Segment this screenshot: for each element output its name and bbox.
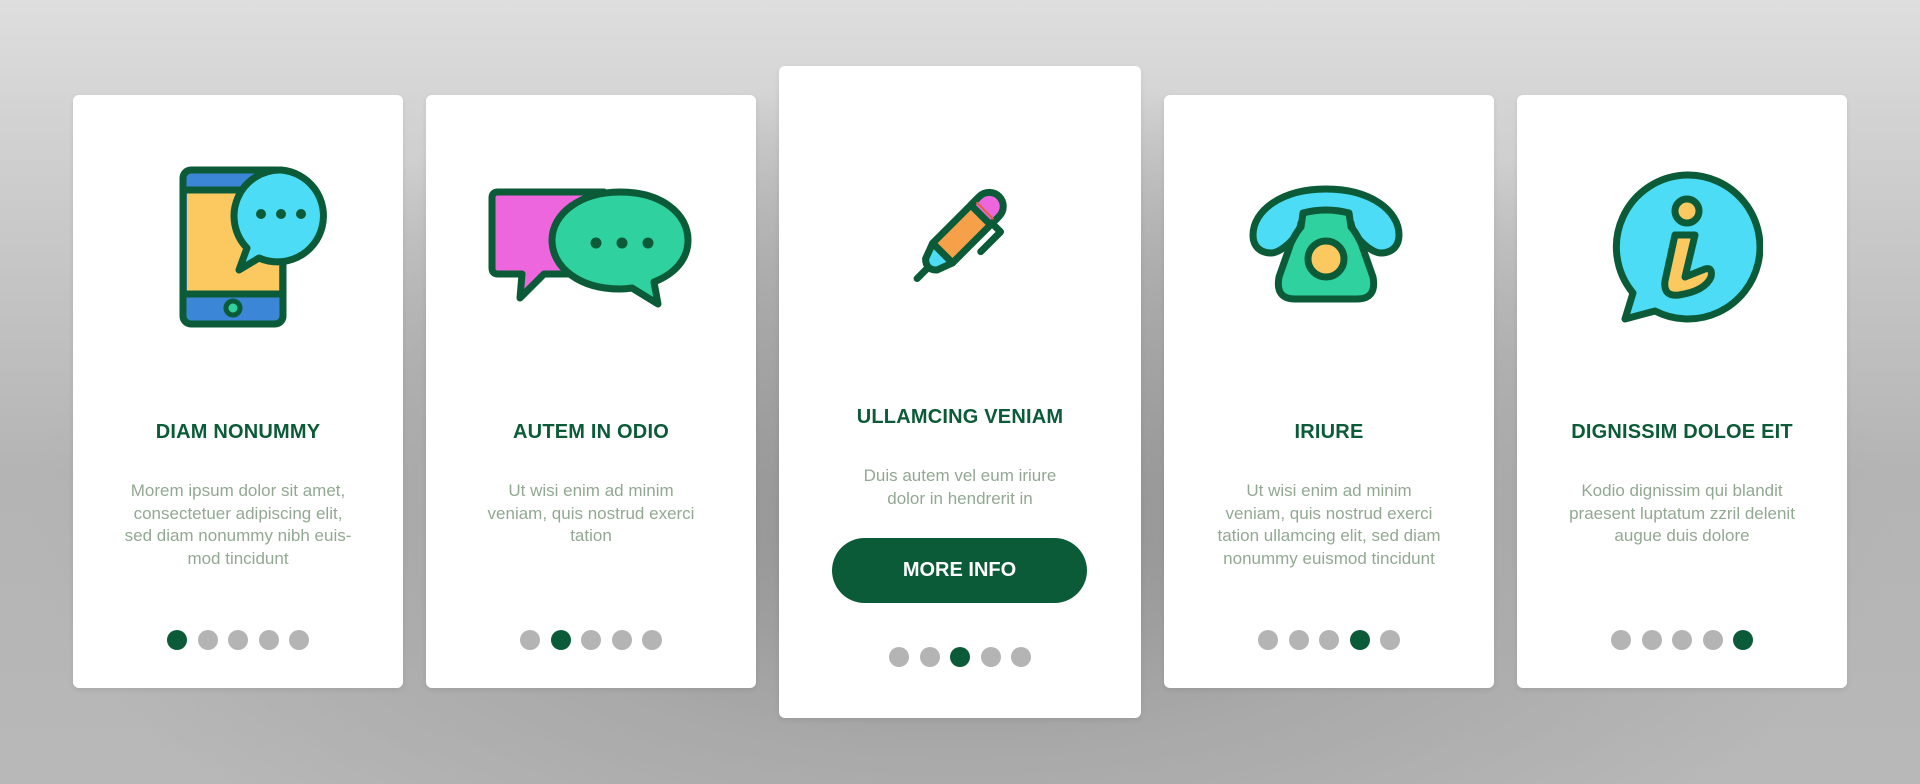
- card-title: DIAM NONUMMY: [155, 421, 321, 443]
- page-dot-5[interactable]: [642, 630, 662, 650]
- page-dot-1[interactable]: [1611, 630, 1631, 650]
- page-dot-3[interactable]: [581, 630, 601, 650]
- page-dot-2[interactable]: [1641, 630, 1662, 650]
- page-dot-2[interactable]: [1288, 630, 1309, 650]
- page-dot-4[interactable]: [1702, 630, 1723, 650]
- page-dot-5[interactable]: [1011, 647, 1031, 667]
- card-title: IRIURE: [1294, 421, 1364, 443]
- page-dot-2[interactable]: [550, 630, 571, 650]
- page-dot-4[interactable]: [258, 630, 279, 650]
- onboarding-card-5: DIGNISSIM DOLOE EIT Kodio dignissim qui …: [1517, 95, 1847, 688]
- card-title: AUTEM IN ODIO: [513, 421, 669, 443]
- card-description: Ut wisi enim ad minim veniam, quis nostr…: [1217, 481, 1441, 568]
- chat-bubbles-icon: [486, 186, 694, 310]
- card-title: ULLAMCING VENIAM: [856, 406, 1064, 428]
- page-dot-5[interactable]: [289, 630, 309, 650]
- card-description: Ut wisi enim ad minim veniam, quis nostr…: [487, 481, 695, 546]
- pagination-dots: [1517, 630, 1847, 650]
- page-dot-3[interactable]: [1319, 630, 1339, 650]
- pagination-dots: [426, 630, 756, 650]
- pagination-dots: [73, 630, 403, 650]
- page-dot-3[interactable]: [950, 647, 970, 667]
- page-dot-3[interactable]: [228, 630, 248, 650]
- info-bubble-icon: [1607, 169, 1763, 327]
- page-dot-3[interactable]: [1672, 630, 1692, 650]
- page-dot-5[interactable]: [1380, 630, 1400, 650]
- onboarding-card-2: AUTEM IN ODIO Ut wisi enim ad minim veni…: [426, 95, 756, 688]
- onboarding-card-3: ULLAMCING VENIAM Duis autem vel eum iriu…: [779, 66, 1141, 718]
- card-description: Kodio dignissim qui blandit praesent lup…: [1569, 481, 1795, 546]
- pagination-dots: [779, 647, 1141, 667]
- telephone-icon: [1247, 183, 1405, 307]
- page-dot-1[interactable]: [167, 630, 187, 650]
- page-dot-4[interactable]: [611, 630, 632, 650]
- card-title: DIGNISSIM DOLOE EIT: [1571, 421, 1793, 443]
- smartphone-chat-icon: [177, 166, 331, 328]
- more-info-label: MORE INFO: [902, 559, 1017, 581]
- pen-icon: [887, 164, 1025, 304]
- more-info-button[interactable]: MORE INFO: [832, 538, 1087, 603]
- card-description: Morem ipsum dolor sit amet, consectetuer…: [124, 481, 352, 568]
- page-dot-4[interactable]: [1349, 630, 1370, 650]
- page-dot-2[interactable]: [197, 630, 218, 650]
- page-dot-2[interactable]: [919, 647, 940, 667]
- onboarding-card-1: DIAM NONUMMY Morem ipsum dolor sit amet,…: [73, 95, 403, 688]
- page-dot-4[interactable]: [980, 647, 1001, 667]
- page-dot-1[interactable]: [1258, 630, 1278, 650]
- card-description: Duis autem vel eum iriure dolor in hendr…: [863, 466, 1057, 508]
- page-dot-1[interactable]: [889, 647, 909, 667]
- page-dot-5[interactable]: [1733, 630, 1753, 650]
- onboarding-card-4: IRIURE Ut wisi enim ad minim veniam, qui…: [1164, 95, 1494, 688]
- page-dot-1[interactable]: [520, 630, 540, 650]
- pagination-dots: [1164, 630, 1494, 650]
